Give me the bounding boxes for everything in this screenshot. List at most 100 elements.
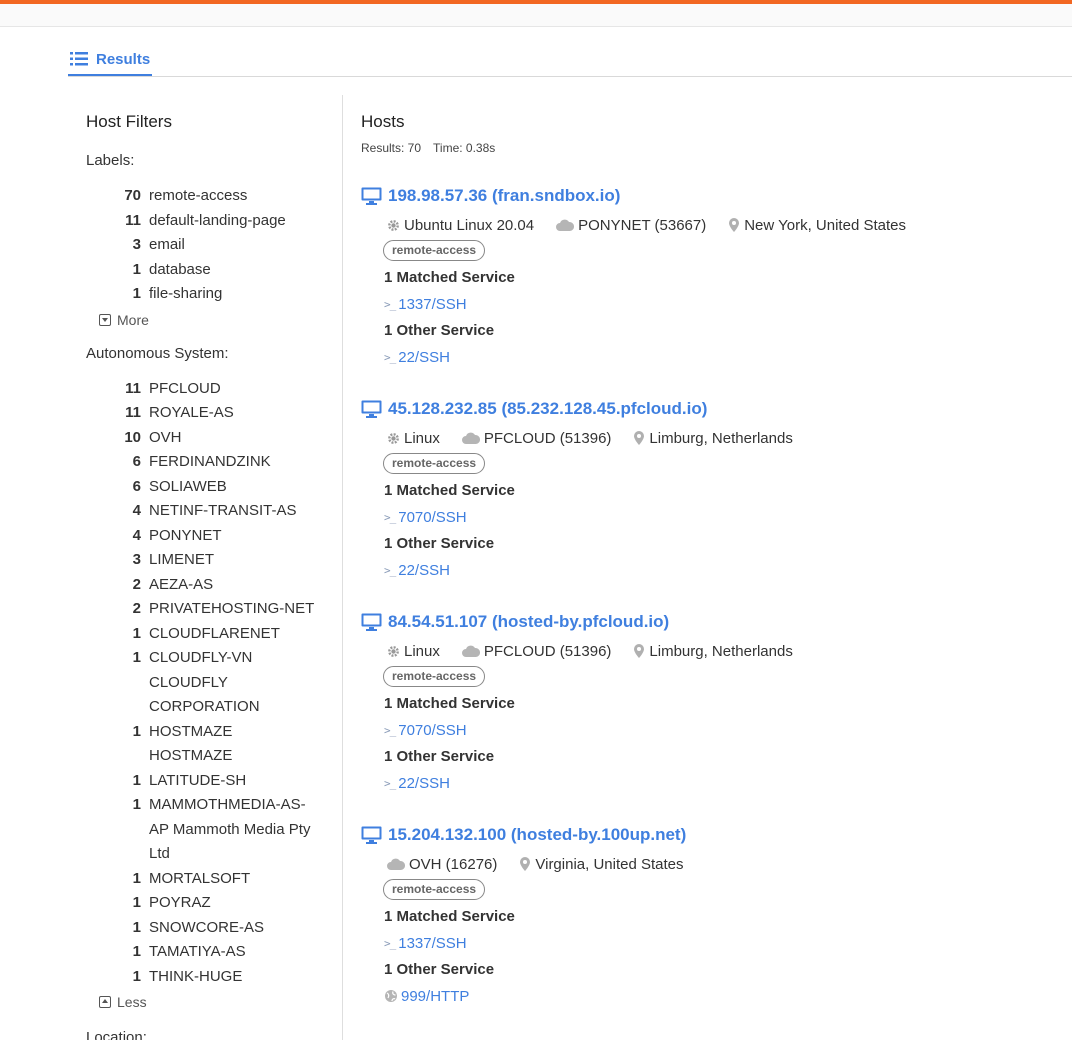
- filter-name: PFCLOUD: [149, 379, 221, 397]
- location-info: Limburg, Netherlands: [633, 430, 793, 447]
- host-card: 84.54.51.107 (hosted-by.pfcloud.io) Linu…: [361, 611, 1061, 793]
- asn-info[interactable]: OVH (16276): [387, 856, 497, 873]
- filter-item[interactable]: 1 file-sharing: [86, 282, 336, 307]
- asn-info[interactable]: PFCLOUD (51396): [461, 429, 612, 447]
- matched-services-heading: 1 Matched Service: [384, 908, 515, 925]
- label-tag[interactable]: remote-access: [383, 240, 486, 261]
- other-service-link[interactable]: >_ 22/SSH: [384, 773, 1061, 793]
- filter-name: HOSTMAZE HOSTMAZE: [149, 722, 233, 765]
- filter-item[interactable]: 1 TAMATIYA-AS: [86, 940, 336, 965]
- filter-item[interactable]: 4 NETINF-TRANSIT-AS: [86, 499, 336, 524]
- filter-item[interactable]: 1 CLOUDFLARENET: [86, 622, 336, 647]
- matched-services-heading: 1 Matched Service: [384, 695, 515, 712]
- location-label: New York, United States: [744, 216, 906, 234]
- map-marker-icon: [520, 857, 531, 871]
- host-link[interactable]: 198.98.57.36 (fran.sndbox.io): [361, 185, 1061, 207]
- matched-service-link[interactable]: >_ 1337/SSH: [384, 294, 1061, 314]
- filter-name: remote-access: [149, 187, 248, 204]
- filter-count: 11: [125, 379, 141, 397]
- other-service-link[interactable]: 999/HTTP: [384, 986, 1061, 1006]
- filter-count: 1: [132, 796, 141, 813]
- other-services-heading: 1 Other Service: [384, 322, 495, 339]
- other-service-link[interactable]: >_ 22/SSH: [384, 560, 1061, 580]
- host-card: 45.128.232.85 (85.232.128.45.pfcloud.io)…: [361, 398, 1061, 580]
- matched-service-link[interactable]: >_ 7070/SSH: [384, 720, 1061, 740]
- asn-info[interactable]: PFCLOUD (51396): [461, 643, 611, 660]
- filter-item[interactable]: 1 SNOWCORE-AS: [86, 916, 336, 941]
- filter-name: PONYNET: [149, 526, 222, 544]
- os-label: Linux: [404, 429, 440, 447]
- filter-name: SNOWCORE-AS: [149, 918, 265, 936]
- service-label: 22/SSH: [398, 774, 450, 792]
- filter-count: 6: [132, 477, 141, 495]
- host-link[interactable]: 45.128.232.85 (85.232.128.45.pfcloud.io): [361, 398, 1061, 420]
- filter-item[interactable]: 11 ROYALE-AS: [86, 401, 336, 426]
- gear-icon: [388, 219, 399, 231]
- less-label: Less: [117, 994, 147, 1010]
- location-label: Virginia, United States: [535, 855, 684, 873]
- labels-more-toggle[interactable]: More: [99, 307, 336, 333]
- filter-item[interactable]: 1 CLOUDFLY-VN CLOUDFLY CORPORATION: [86, 646, 336, 720]
- filter-item[interactable]: 70 remote-access: [86, 184, 336, 209]
- host-link[interactable]: 15.204.132.100 (hosted-by.100up.net): [361, 824, 1061, 846]
- filter-item[interactable]: 1 HOSTMAZE HOSTMAZE: [86, 720, 336, 769]
- filter-item[interactable]: 2 AEZA-AS: [86, 573, 336, 598]
- filter-name: SOLIAWEB: [149, 477, 227, 495]
- filter-count: 1: [132, 894, 141, 911]
- asn-label: PFCLOUD (51396): [483, 429, 612, 447]
- asn-less-toggle[interactable]: Less: [99, 989, 336, 1015]
- other-services-heading: 1 Other Service: [384, 748, 495, 765]
- filter-item[interactable]: 1 THINK-HUGE: [86, 965, 336, 990]
- filter-item[interactable]: 1 LATITUDE-SH: [86, 769, 336, 794]
- terminal-icon: >_: [384, 776, 396, 790]
- header-strip: [0, 4, 1072, 27]
- filter-item[interactable]: 2 PRIVATEHOSTING-NET: [86, 597, 336, 622]
- terminal-icon: >_: [384, 350, 396, 364]
- terminal-icon: >_: [384, 723, 396, 737]
- tab-results[interactable]: Results: [68, 44, 153, 76]
- asn-label: PONYNET (53667): [578, 216, 707, 234]
- host-link[interactable]: 84.54.51.107 (hosted-by.pfcloud.io): [361, 611, 1061, 633]
- other-service-link[interactable]: >_ 22/SSH: [384, 347, 1061, 367]
- monitor-icon: [361, 187, 382, 205]
- location-info: Limburg, Netherlands: [633, 643, 793, 660]
- result-stats: Results: 70 Time: 0.38s: [361, 141, 1061, 155]
- filter-item[interactable]: 3 email: [86, 233, 336, 258]
- labels-filter-list: 70 remote-access 11 default-landing-page 3…: [86, 184, 336, 307]
- filter-item[interactable]: 1 POYRAZ: [86, 891, 336, 916]
- service-label: 1337/SSH: [398, 934, 467, 952]
- filter-item[interactable]: 6 FERDINANDZINK: [86, 450, 336, 475]
- filter-item[interactable]: 1 database: [86, 258, 336, 283]
- monitor-icon: [361, 826, 382, 844]
- filter-name: database: [149, 260, 211, 278]
- label-tag[interactable]: remote-access: [383, 879, 486, 900]
- filter-name: FERDINANDZINK: [149, 453, 271, 470]
- sidebar-title: Host Filters: [86, 112, 172, 131]
- filter-item[interactable]: 10 OVH: [86, 426, 336, 451]
- filter-name: MORTALSOFT: [149, 869, 251, 887]
- filter-item[interactable]: 6 SOLIAWEB: [86, 475, 336, 500]
- matched-service-link[interactable]: >_ 1337/SSH: [384, 933, 1061, 953]
- os-info: Linux: [387, 430, 440, 447]
- filter-count: 6: [132, 453, 141, 470]
- label-tag[interactable]: remote-access: [383, 666, 486, 687]
- cloud-icon: [461, 432, 480, 444]
- matched-services-heading: 1 Matched Service: [384, 269, 515, 286]
- filter-item[interactable]: 1 MAMMOTHMEDIA-AS-AP Mammoth Media Pty Lt…: [86, 793, 336, 867]
- results-count: Results: 70: [361, 141, 422, 155]
- asn-heading: Autonomous System:: [86, 344, 229, 362]
- filter-item[interactable]: 1 MORTALSOFT: [86, 867, 336, 892]
- matched-service-link[interactable]: >_ 7070/SSH: [384, 507, 1061, 527]
- filter-count: 4: [132, 502, 141, 519]
- filter-item[interactable]: 11 PFCLOUD: [86, 377, 336, 402]
- gear-icon: [388, 432, 399, 444]
- filter-name: email: [149, 236, 185, 253]
- host-title: 15.204.132.100 (hosted-by.100up.net): [388, 825, 687, 844]
- filter-item[interactable]: 11 default-landing-page: [86, 209, 336, 234]
- asn-info[interactable]: PONYNET (53667): [556, 217, 706, 234]
- label-tag[interactable]: remote-access: [383, 453, 486, 474]
- filter-count: 3: [132, 551, 141, 568]
- terminal-icon: >_: [384, 563, 396, 577]
- filter-item[interactable]: 3 LIMENET: [86, 548, 336, 573]
- filter-item[interactable]: 4 PONYNET: [86, 524, 336, 549]
